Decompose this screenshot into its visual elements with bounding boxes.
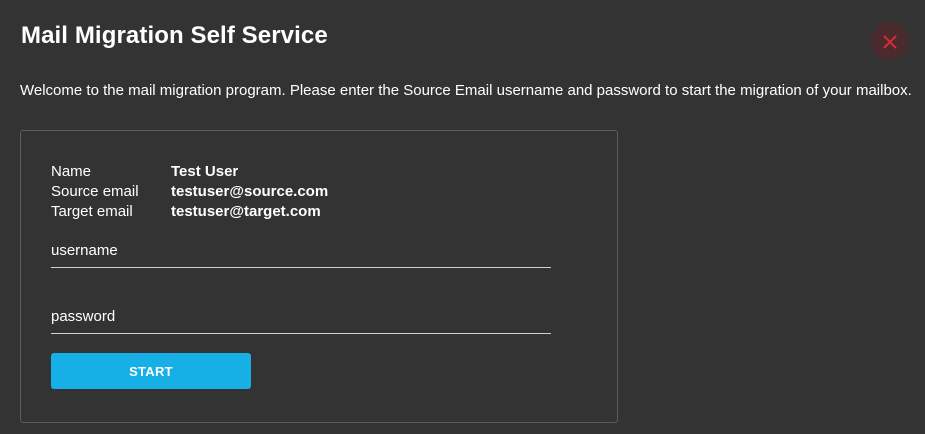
migration-panel: Name Test User Source email testuser@sourc… (20, 130, 618, 423)
name-value: Test User (171, 163, 239, 180)
start-button[interactable]: START (51, 353, 251, 389)
password-input[interactable] (51, 301, 551, 331)
target-email-value: testuser@target.com (171, 203, 321, 220)
page-title: Mail Migration Self Service (21, 22, 328, 49)
target-email-row: Target email testuser@target.com (51, 202, 321, 222)
source-email-label: Source email (51, 183, 139, 200)
password-field (51, 301, 551, 334)
close-icon (883, 35, 897, 49)
username-input[interactable] (51, 235, 551, 265)
username-field (51, 235, 551, 268)
welcome-text: Welcome to the mail migration program. P… (20, 82, 912, 99)
source-email-row: Source email testuser@source.com (51, 182, 328, 202)
source-email-value: testuser@source.com (171, 183, 329, 200)
target-email-label: Target email (51, 203, 133, 220)
name-label: Name (51, 163, 92, 180)
close-button[interactable] (871, 22, 909, 60)
name-row: Name Test User (51, 162, 238, 182)
